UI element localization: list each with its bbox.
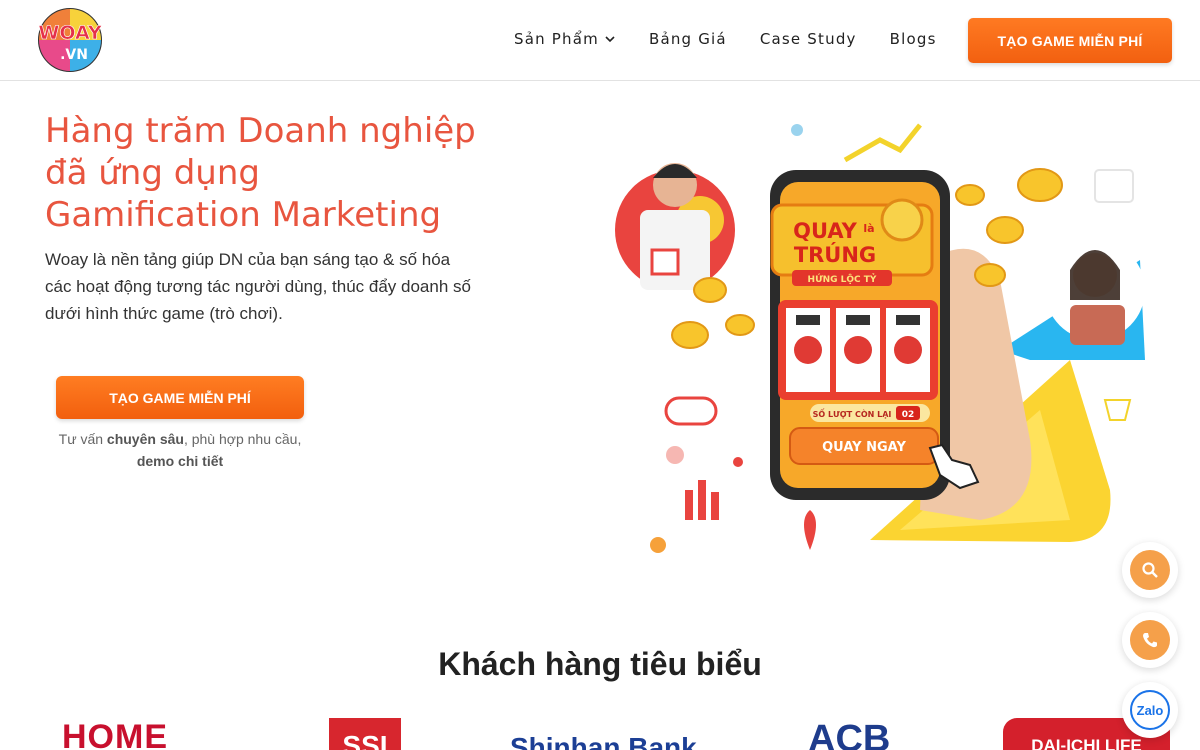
logo-text: WOAY — [38, 22, 101, 44]
client-logo-ssi: SSI — [329, 718, 401, 750]
client-logo-text: Shinhan Bank — [510, 732, 697, 750]
create-game-button-header[interactable]: TẠO GAME MIỄN PHÍ — [968, 18, 1172, 63]
main-nav: Sản Phẩm Bảng Giá Case Study Blogs — [514, 30, 970, 48]
nav-item-san-pham[interactable]: Sản Phẩm — [514, 30, 616, 48]
client-logo-text: DAI-ICHI LIFE — [1031, 736, 1142, 750]
svg-text:.VN: .VN — [60, 47, 88, 63]
note-text: Tư vấn — [58, 431, 107, 447]
hero-title-line: đã ứng dụng — [45, 153, 260, 193]
banner-text: QUAY — [793, 219, 858, 243]
client-logo-acb: ACB — [808, 718, 923, 750]
phone-icon — [1143, 633, 1157, 648]
note-text: , phù hợp nhu cầu, — [183, 431, 302, 447]
client-logo-shinhan: Shinhan Bank — [510, 718, 720, 750]
spins-value: 02 — [902, 410, 915, 420]
floating-phone-button[interactable] — [1122, 612, 1178, 668]
client-logo-home: HOME — [62, 718, 187, 750]
site-header: WOAY .VN Sản Phẩm Bảng Giá Case Study Bl… — [0, 0, 1200, 81]
banner-text: là — [863, 222, 874, 235]
hero-title-line: Hàng trăm Doanh nghiệp — [45, 111, 476, 151]
nav-item-case-study[interactable]: Case Study — [760, 30, 857, 48]
client-logo-text: SSI — [342, 730, 388, 750]
nav-label: Blogs — [889, 30, 937, 48]
clients-title: Khách hàng tiêu biểu — [438, 646, 762, 682]
nav-label: Case Study — [759, 30, 857, 48]
zalo-icon: Zalo — [1130, 690, 1170, 730]
hero-title: Hàng trăm Doanh nghiệp đã ứng dụng Gamif… — [45, 110, 515, 236]
client-logo-text: ACB — [808, 718, 891, 750]
chevron-down-icon — [605, 36, 615, 43]
banner-text: TRÚNG — [794, 242, 876, 267]
banner-ribbon: HỨNG LỘC TỶ — [808, 273, 877, 285]
floating-search-button[interactable] — [1122, 542, 1178, 598]
spin-button-text: QUAY NGAY — [822, 440, 906, 455]
floating-zalo-button[interactable]: Zalo — [1122, 682, 1178, 738]
note-bold: demo chi tiết — [136, 453, 224, 469]
nav-label: Sản Phẩm — [514, 30, 599, 48]
hero-note: Tư vấn chuyên sâu, phù hợp nhu cầu, demo… — [56, 428, 304, 472]
client-logo-text: HOME — [62, 718, 168, 750]
nav-item-blogs[interactable]: Blogs — [890, 30, 937, 48]
search-icon — [1142, 562, 1158, 578]
hero-title-line: Gamification Marketing — [45, 195, 442, 235]
note-bold: chuyên sâu — [106, 431, 184, 447]
nav-item-bang-gia[interactable]: Bảng Giá — [649, 30, 727, 48]
create-game-button-hero[interactable]: TẠO GAME MIỄN PHÍ — [56, 376, 304, 419]
hero-illustration: QUAY là TRÚNG HỨNG LỘC TỶ SỐ LƯỢT CÒN LẠ… — [600, 110, 1160, 560]
nav-label: Bảng Giá — [648, 30, 727, 48]
woay-logo[interactable]: WOAY .VN — [30, 7, 110, 73]
hero-description: Woay là nền tảng giúp DN của bạn sáng tạ… — [45, 250, 471, 323]
